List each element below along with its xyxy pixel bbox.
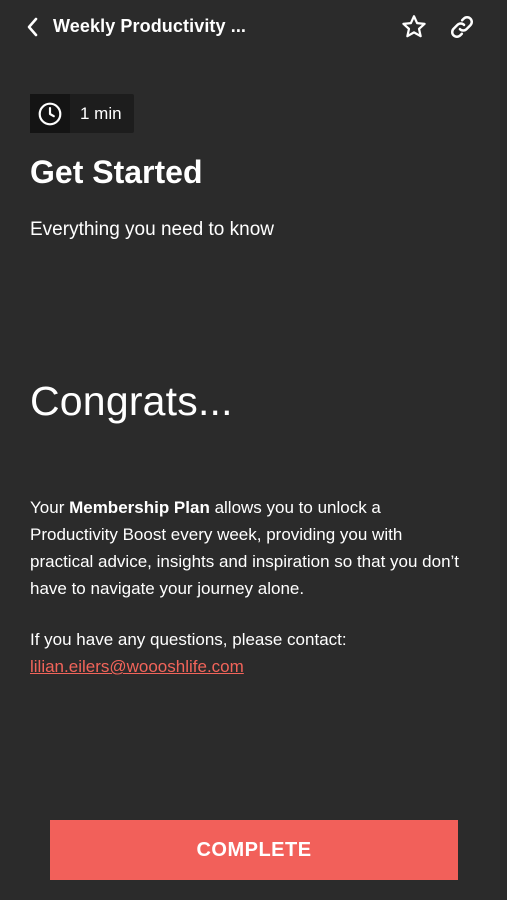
contact-section: If you have any questions, please contac…	[30, 626, 470, 680]
lesson-title: Get Started	[30, 154, 203, 190]
lesson-subtitle: Everything you need to know	[30, 219, 274, 240]
lesson-screen: Weekly Productivity ... 1 min Get Starte…	[0, 0, 507, 900]
back-button[interactable]	[18, 14, 48, 44]
content-heading: Congrats...	[30, 378, 233, 424]
top-bar: Weekly Productivity ...	[0, 0, 507, 58]
paragraph-prefix: Your	[30, 498, 70, 517]
favorite-button[interactable]	[397, 12, 431, 46]
membership-plan-text: Membership Plan	[69, 498, 210, 517]
contact-email-link[interactable]: lilian.eilers@woooshlife.com	[30, 653, 244, 680]
body-paragraph: Your Membership Plan allows you to unloc…	[30, 494, 470, 602]
page-title: Weekly Productivity ...	[53, 16, 247, 36]
duration-label: 1 min	[80, 103, 122, 123]
complete-button[interactable]: COMPLETE	[50, 820, 458, 880]
star-outline-icon	[400, 13, 428, 46]
chevron-left-icon	[25, 16, 41, 43]
clock-icon	[30, 94, 70, 133]
contact-prompt: If you have any questions, please contac…	[30, 630, 347, 649]
link-icon	[448, 13, 476, 46]
duration-badge: 1 min	[30, 94, 134, 133]
share-link-button[interactable]	[445, 12, 479, 46]
